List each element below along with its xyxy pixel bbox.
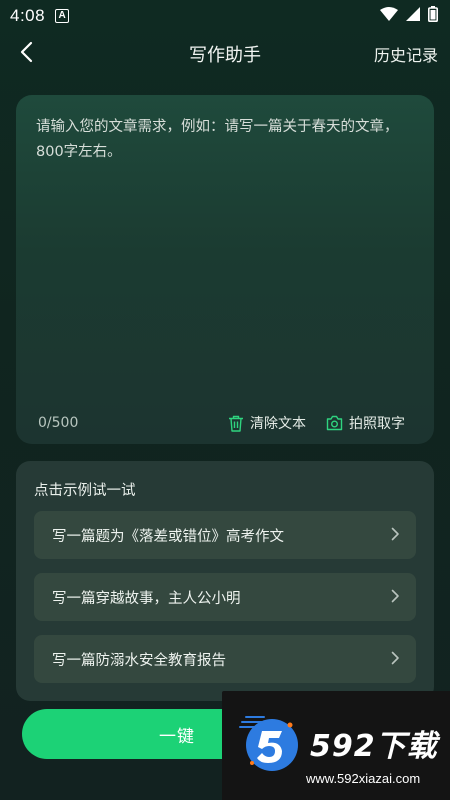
samples-header: 点击示例试一试 (34, 483, 136, 499)
battery-icon (428, 5, 438, 27)
signal-icon (406, 6, 420, 26)
chevron-left-icon (19, 41, 33, 67)
status-bar: 4:08 A (0, 0, 450, 32)
trash-icon (228, 415, 244, 432)
sample-item[interactable]: 写一篇穿越故事，主人公小明 (34, 573, 416, 621)
watermark-title: 592下载 (310, 729, 438, 764)
sample-item-label: 写一篇题为《落差或错位》高考作文 (52, 528, 284, 545)
top-bar: 写作助手 历史记录 (0, 32, 450, 76)
clear-text-button[interactable]: 清除文本 (228, 413, 306, 433)
chevron-right-icon (391, 526, 400, 545)
generate-button-label: 一键 (159, 726, 195, 747)
article-request-input[interactable] (36, 115, 414, 395)
notification-a-icon: A (55, 9, 70, 23)
site-logo-icon (232, 705, 302, 775)
chevron-right-icon (391, 588, 400, 607)
char-count: 0/500 (38, 415, 79, 431)
sample-item-label: 写一篇防溺水安全教育报告 (52, 652, 226, 669)
sample-item-label: 写一篇穿越故事，主人公小明 (52, 590, 241, 607)
clear-text-label: 清除文本 (250, 416, 306, 432)
samples-card: 点击示例试一试 写一篇题为《落差或错位》高考作文 写一篇穿越故事，主人公小明 写… (16, 461, 434, 701)
photo-text-label: 拍照取字 (349, 416, 405, 432)
input-card: 0/500 清除文本 拍照取字 (16, 95, 434, 444)
back-button[interactable] (10, 38, 42, 70)
photo-text-button[interactable]: 拍照取字 (326, 413, 405, 433)
status-time: 4:08 (10, 6, 46, 25)
watermark-url: www.592xiazai.com (306, 771, 421, 786)
page-title: 写作助手 (189, 45, 261, 66)
status-icons (380, 5, 438, 27)
wifi-icon (380, 6, 398, 26)
history-button[interactable]: 历史记录 (374, 42, 438, 66)
camera-icon (326, 415, 343, 431)
chevron-right-icon (391, 650, 400, 669)
sample-item[interactable]: 写一篇题为《落差或错位》高考作文 (34, 511, 416, 559)
watermark: 592下载 www.592xiazai.com (222, 691, 450, 800)
sample-item[interactable]: 写一篇防溺水安全教育报告 (34, 635, 416, 683)
